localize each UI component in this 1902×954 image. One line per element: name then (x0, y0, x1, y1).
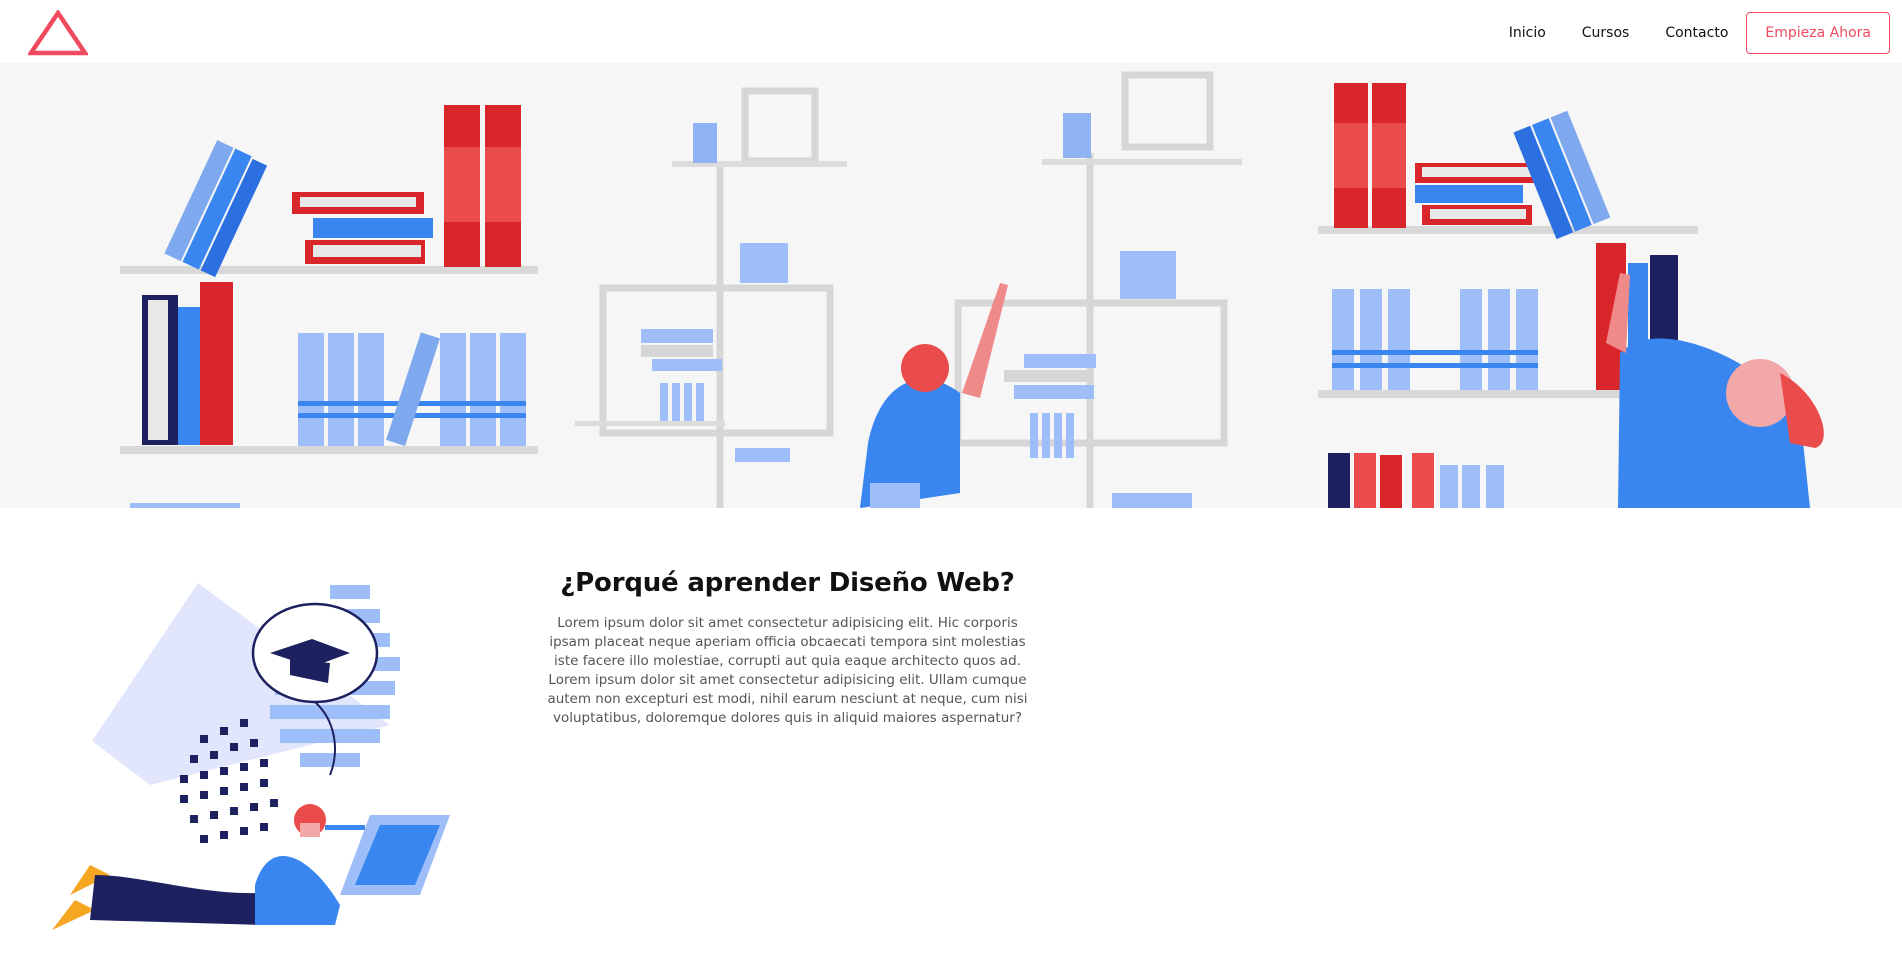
triangle-logo-icon[interactable] (28, 10, 88, 56)
why-learn-section: ¿Porqué aprender Diseño Web? Lorem ipsum… (535, 568, 1040, 742)
nav-links: Inicio Cursos Contacto Empieza Ahora (1509, 12, 1890, 54)
student-laptop-graduation-illustration (52, 583, 450, 930)
nav-link-cursos[interactable]: Cursos (1582, 25, 1630, 41)
section-title: ¿Porqué aprender Diseño Web? (560, 568, 1015, 598)
nav-link-inicio[interactable]: Inicio (1509, 25, 1546, 41)
nav-link-contacto[interactable]: Contacto (1665, 25, 1728, 41)
library-bookshelves-illustration (120, 71, 1824, 508)
start-now-button[interactable]: Empieza Ahora (1746, 12, 1890, 54)
top-navbar: Inicio Cursos Contacto Empieza Ahora (0, 0, 1902, 64)
section-paragraph: Lorem ipsum dolor sit amet consectetur a… (547, 615, 1028, 726)
hero-banner (0, 63, 1902, 508)
